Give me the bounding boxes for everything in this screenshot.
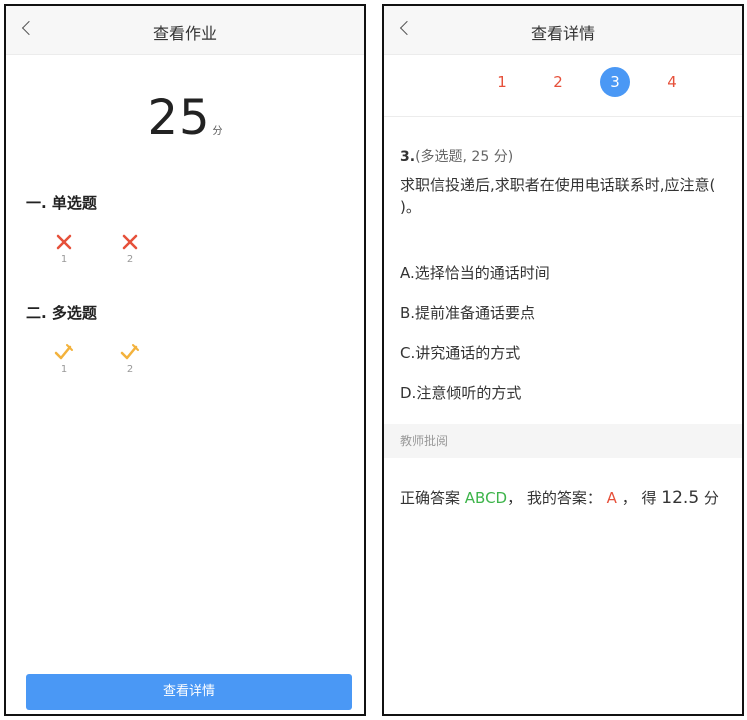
option-a[interactable]: A.选择恰当的通话时间 [400,262,550,283]
page-title: 查看详情 [530,24,595,43]
question-mark-item[interactable]: 2 [116,232,144,265]
question-number: 3. [400,149,416,165]
teacher-review-label: 教师批阅 [384,424,742,458]
nav-bar: 查看作业 [6,6,364,55]
earned-score: 12.5 [661,488,700,508]
homework-panel: 查看作业 25 分 一. 单选题 1 2 二. 多选题 1 2 查看详情 [4,4,366,716]
my-answer-value: A [606,489,617,507]
question-header: 3.(多选题, 25 分) [400,146,513,166]
option-b[interactable]: B.提前准备通话要点 [400,302,535,323]
score-label: ， 得 [621,489,657,507]
question-text: 求职信投递后,求职者在使用电话联系时,应注意( )。 [400,176,716,216]
option-d[interactable]: D.注意倾听的方式 [400,382,521,403]
question-number: 2 [126,254,134,265]
correct-answer-label: 正确答案 [400,489,461,507]
multi-choice-marks: 1 2 [50,342,144,375]
tab-question-1[interactable]: 1 [488,68,516,96]
question-tabs: 1 2 3 4 [384,67,742,117]
question-number: 1 [60,254,68,265]
tab-question-3[interactable]: 3 [600,67,630,97]
question-mark-item[interactable]: 1 [50,342,78,375]
score-unit: 分 [212,126,223,137]
question-meta: (多选题, 25 分) [415,149,514,165]
total-score: 25 分 [6,90,364,146]
my-answer-label: ， 我的答案： [507,489,602,507]
answer-result: 正确答案 ABCD， 我的答案： A ， 得 12.5 分 [400,486,732,510]
score-value: 25 [147,90,211,146]
cross-icon [122,234,138,250]
tab-question-2[interactable]: 2 [544,68,572,96]
nav-bar: 查看详情 [384,6,742,55]
question-number: 1 [60,364,68,375]
half-check-icon [120,344,139,360]
option-c[interactable]: C.讲究通话的方式 [400,342,520,363]
question-number: 2 [126,364,134,375]
earned-score-unit: 分 [703,489,719,507]
view-details-button[interactable]: 查看详情 [26,674,352,710]
page-title: 查看作业 [152,24,217,43]
section-single-choice-title: 一. 单选题 [26,194,97,212]
question-mark-item[interactable]: 2 [116,342,144,375]
half-check-icon [54,344,73,360]
cross-icon [56,234,72,250]
detail-panel: 查看详情 1 2 3 4 3.(多选题, 25 分) 求职信投递后,求职者在使用… [382,4,744,716]
section-multi-choice-title: 二. 多选题 [26,304,97,322]
question-mark-item[interactable]: 1 [50,232,78,265]
tab-question-4[interactable]: 4 [658,68,686,96]
single-choice-marks: 1 2 [50,232,144,265]
correct-answer-value: ABCD [464,489,508,507]
